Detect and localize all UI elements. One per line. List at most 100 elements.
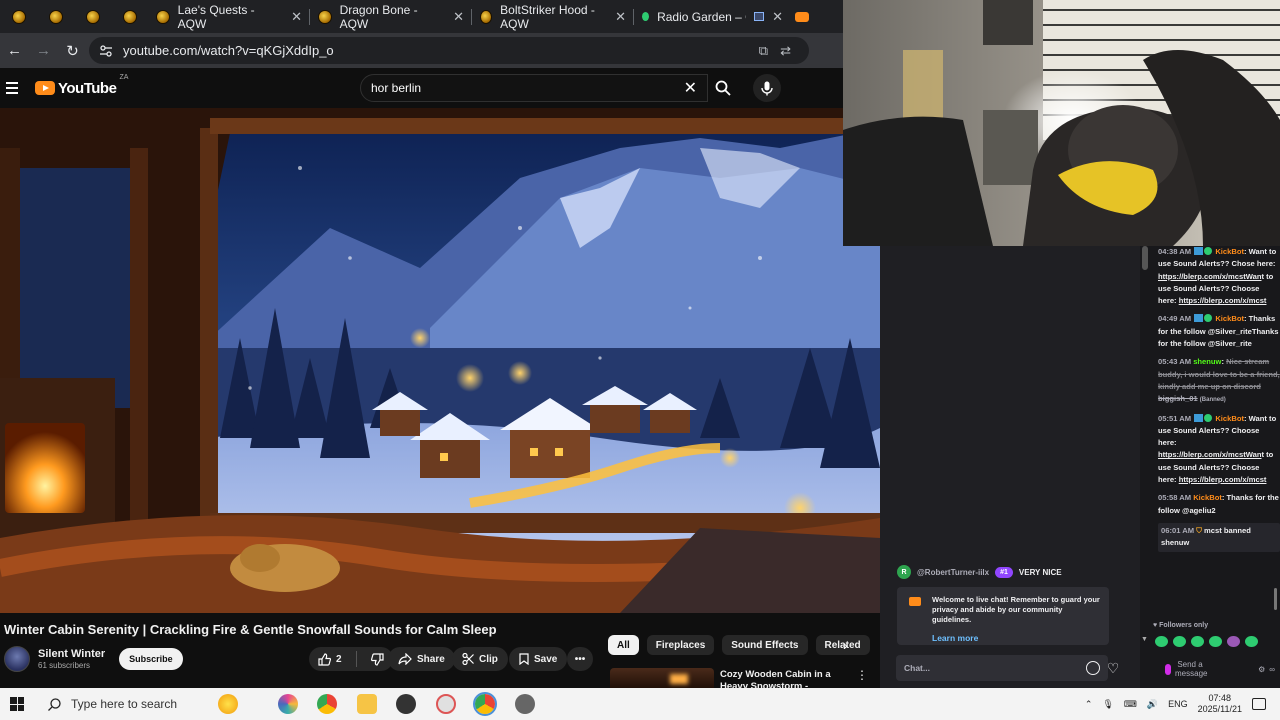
avatar[interactable]: R (897, 565, 911, 579)
voice-search-button[interactable] (753, 74, 781, 102)
recommended-video-thumbnail[interactable] (610, 668, 714, 688)
chat-username[interactable]: KickBot (1193, 493, 1222, 502)
chat-log-scrollbar[interactable] (1274, 246, 1278, 641)
chat-link[interactable]: https://blerp.com/x/mcst (1179, 296, 1267, 305)
chat-username[interactable]: KickBot (1215, 414, 1244, 423)
file-explorer-icon[interactable] (357, 694, 377, 714)
chat-username[interactable]: @RobertTurner-iilx (917, 568, 989, 577)
youtube-favicon-icon (795, 11, 809, 22)
system-tray: ⌃ 🎙 ⌨ 🔊 ENG 07:48 2025/11/21 (1085, 688, 1280, 720)
close-tab-icon[interactable]: ✕ (291, 9, 302, 25)
tab-dragon-bone[interactable]: Dragon Bone - AQW ✕ (310, 0, 472, 33)
recommended-video-title[interactable]: Cozy Wooden Cabin in a Heavy Snowstorm -… (720, 669, 850, 688)
emote-icon[interactable] (1173, 636, 1186, 647)
app-icon[interactable] (515, 694, 535, 714)
learn-more-link[interactable]: Learn more (932, 633, 1101, 643)
chat-link[interactable]: https://blerp.com/x/mcstWan (1158, 450, 1262, 459)
emoji-icon[interactable] (1086, 661, 1100, 675)
emote-bar (1155, 636, 1258, 647)
pinned-tab-3[interactable] (74, 0, 111, 33)
emote-icon[interactable] (1227, 636, 1240, 647)
more-actions-button[interactable]: ••• (567, 647, 593, 671)
tab-boltstriker-hood[interactable]: BoltStriker Hood - AQW ✕ (472, 0, 634, 33)
back-arrow-icon[interactable]: ← (0, 33, 29, 68)
url-text[interactable]: youtube.com/watch?v=qKGjXddIp_o (123, 43, 334, 58)
translate-icon[interactable]: ⇄ (780, 43, 791, 59)
moderation-message: 06:01 AM ⛉ mcst banned shenuw (1158, 522, 1280, 552)
clear-search-icon[interactable]: ✕ (684, 78, 697, 98)
notification-icon[interactable] (1252, 698, 1266, 710)
gift-badge: #1 (995, 566, 1013, 578)
windows-start-icon[interactable] (10, 697, 24, 711)
tab-laes-quests[interactable]: Lae's Quests - AQW ✕ (148, 0, 310, 33)
infinity-icon[interactable]: ∞ (1269, 665, 1275, 674)
chat-username[interactable]: KickBot (1215, 247, 1244, 256)
snipping-tool-icon[interactable] (436, 694, 456, 714)
channel-meta: Silent Winter 61 subscribers (38, 648, 105, 670)
pinned-tab-1[interactable] (0, 0, 37, 33)
forward-arrow-icon[interactable]: → (29, 33, 58, 68)
chip-all[interactable]: All (608, 635, 639, 655)
scroll-down-icon[interactable]: ▼ (1141, 636, 1148, 643)
channel-name[interactable]: Silent Winter (38, 648, 105, 660)
install-app-icon[interactable]: ⧉ (759, 43, 768, 59)
chevron-up-icon[interactable]: ⌃ (1085, 699, 1093, 710)
like-button[interactable]: 2 (309, 647, 351, 671)
emote-icon[interactable] (1245, 636, 1258, 647)
clip-button[interactable]: Clip (452, 647, 508, 671)
menu-icon[interactable] (6, 82, 30, 94)
settings-icon[interactable]: ⚙ (1258, 665, 1265, 674)
chrome-icon[interactable] (317, 694, 337, 714)
network-icon[interactable]: ⌨ (1124, 699, 1137, 710)
chat-username[interactable]: KickBot (1215, 314, 1244, 323)
emote-icon[interactable] (1191, 636, 1204, 647)
copilot-icon[interactable] (278, 694, 298, 714)
tab-youtube-active[interactable] (791, 0, 813, 33)
chat-link[interactable]: https://blerp.com/x/mcstWan (1158, 272, 1262, 281)
pinned-tab-4[interactable] (111, 0, 148, 33)
site-info-icon[interactable] (99, 44, 113, 58)
chat-link[interactable]: https://blerp.com/x/mcst (1179, 475, 1267, 484)
microphone-icon[interactable]: 🎙 (1102, 699, 1113, 710)
highlighted-chat-message: R @RobertTurner-iilx #1 VERY NICE (897, 565, 1062, 579)
chip-fireplaces[interactable]: Fireplaces (646, 635, 715, 655)
search-input[interactable]: hor berlin ✕ (360, 74, 708, 102)
save-button[interactable]: Save (509, 647, 568, 671)
chat-message: 05:51 AM KickBot: Want to use Sound Aler… (1158, 413, 1277, 485)
clock[interactable]: 07:48 2025/11/21 (1198, 693, 1242, 715)
steam-icon[interactable] (396, 694, 416, 714)
subscribe-button[interactable]: Subscribe (119, 648, 183, 670)
close-tab-icon[interactable]: ✕ (453, 9, 464, 25)
tab-radio-garden[interactable]: Radio Garden – Glob ✕ (634, 0, 791, 33)
microphone-icon[interactable] (1165, 663, 1171, 675)
emote-icon[interactable] (1155, 636, 1168, 647)
share-button[interactable]: Share (388, 647, 455, 671)
search-button[interactable] (708, 74, 738, 102)
close-tab-icon[interactable]: ✕ (615, 9, 626, 25)
chip-sound-effects[interactable]: Sound Effects (722, 635, 808, 655)
video-player[interactable] (0, 108, 880, 613)
close-tab-icon[interactable]: ✕ (772, 9, 783, 25)
channel-avatar[interactable] (4, 646, 30, 672)
taskbar-search[interactable]: Type here to search (40, 688, 280, 720)
youtube-logo[interactable]: YouTube ZA (35, 74, 128, 97)
chat-input[interactable]: Chat... (896, 655, 1108, 681)
chat-username[interactable]: shenuw (1193, 357, 1221, 366)
search-query[interactable]: hor berlin (371, 81, 421, 95)
volume-icon[interactable]: 🔊 (1147, 699, 1158, 710)
pinned-tab-2[interactable] (37, 0, 74, 33)
chrome-active-icon[interactable] (473, 692, 497, 716)
heart-icon[interactable]: ♡ (1100, 655, 1126, 681)
reload-icon[interactable]: ↻ (58, 33, 87, 68)
aqw-favicon-icon (85, 9, 100, 24)
send-message-field[interactable]: Send a message (1175, 660, 1207, 678)
chevron-right-icon[interactable]: › (843, 637, 848, 653)
chat-message: 04:49 AM KickBot: Thanks for the follow … (1158, 314, 1279, 349)
emote-icon[interactable] (1209, 636, 1222, 647)
chat-scrollbar[interactable]: ▼ (1141, 246, 1148, 646)
browser-toolbar: ← → ↻ youtube.com/watch?v=qKGjXddIp_o ⧉ … (0, 33, 844, 68)
sparkles-icon[interactable] (218, 694, 238, 714)
language-indicator[interactable]: ENG (1168, 699, 1188, 709)
address-bar[interactable]: youtube.com/watch?v=qKGjXddIp_o ⧉ ⇄ (89, 37, 809, 64)
more-vertical-icon[interactable]: ⋮ (856, 668, 868, 682)
